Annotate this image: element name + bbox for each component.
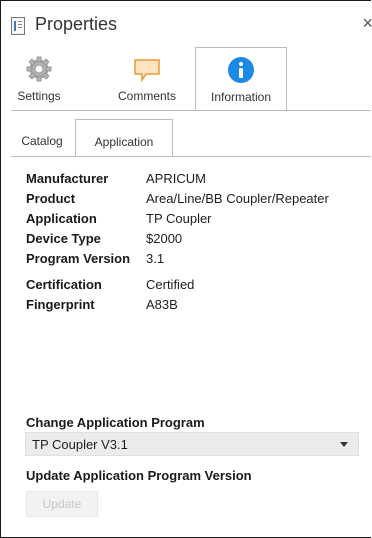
tab-information[interactable]: Information xyxy=(195,47,287,111)
property-row: Product Area/Line/BB Coupler/Repeater xyxy=(26,191,366,211)
tab-application[interactable]: Application xyxy=(75,119,173,157)
panel-title: Properties xyxy=(35,14,118,34)
property-key: Manufacturer xyxy=(26,171,109,186)
property-key: Application xyxy=(26,211,97,226)
property-value: TP Coupler xyxy=(146,211,212,226)
tab-catalog[interactable]: Catalog xyxy=(11,119,73,156)
property-key: Fingerprint xyxy=(26,297,95,312)
property-value: $2000 xyxy=(146,231,183,246)
chevron-down-icon xyxy=(340,442,348,447)
tab-information-label: Information xyxy=(210,90,272,104)
main-tabs: Settings Comments Information xyxy=(11,47,371,111)
property-key: Product xyxy=(26,191,76,206)
property-row: Application TP Coupler xyxy=(26,211,366,231)
close-icon[interactable]: × xyxy=(362,13,372,34)
property-value: 3.1 xyxy=(146,251,165,266)
sub-tabs: Catalog Application xyxy=(11,119,371,157)
document-icon xyxy=(11,17,25,35)
panel-header: Properties × xyxy=(11,11,372,41)
property-value: APRICUM xyxy=(146,171,206,186)
tab-settings-label: Settings xyxy=(17,89,61,103)
property-value: Certified xyxy=(146,277,195,292)
property-value: A83B xyxy=(146,297,178,312)
tab-comments-label: Comments xyxy=(117,89,176,103)
property-row: Device Type $2000 xyxy=(26,231,366,251)
properties-panel: Properties × Settings Comments Informati… xyxy=(0,0,372,538)
property-row: Manufacturer APRICUM xyxy=(26,171,366,191)
sub-tab-divider xyxy=(11,156,371,157)
property-row: Fingerprint A83B xyxy=(26,297,366,317)
property-key: Program Version xyxy=(26,251,131,266)
property-row: Certification Certified xyxy=(26,277,366,297)
info-icon xyxy=(228,57,254,83)
change-application-title: Change Application Program xyxy=(26,415,205,430)
comment-icon xyxy=(134,59,160,83)
property-key: Certification xyxy=(26,277,102,292)
selected-application: TP Coupler V3.1 xyxy=(32,437,128,452)
update-button[interactable]: Update xyxy=(26,491,98,517)
update-version-title: Update Application Program Version xyxy=(26,468,252,483)
tab-comments[interactable]: Comments xyxy=(107,47,187,110)
property-value: Area/Line/BB Coupler/Repeater xyxy=(146,191,329,206)
tab-divider xyxy=(11,110,371,111)
property-row: Program Version 3.1 xyxy=(26,251,366,271)
property-key: Device Type xyxy=(26,231,101,246)
application-program-select[interactable]: TP Coupler V3.1 xyxy=(25,432,359,456)
tab-settings[interactable]: Settings xyxy=(11,47,67,110)
gear-icon xyxy=(26,56,52,82)
